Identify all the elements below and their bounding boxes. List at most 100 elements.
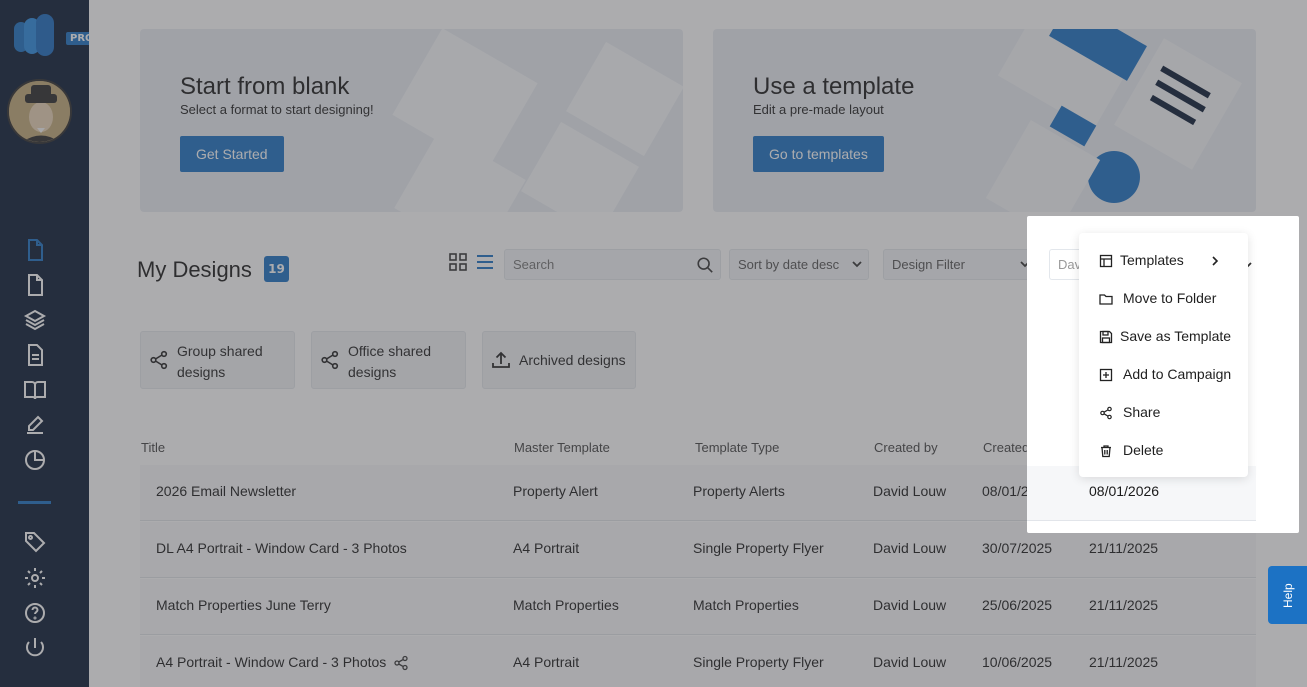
settings-icon[interactable] bbox=[22, 565, 48, 591]
sort-select-value: Sort by date desc bbox=[738, 257, 840, 272]
trash-icon bbox=[1101, 445, 1111, 458]
date-filter-input[interactable]: Dav bbox=[1049, 249, 1082, 280]
book-icon[interactable] bbox=[22, 377, 48, 403]
row-type: Single Property Flyer bbox=[693, 654, 824, 670]
row-created-on: 10/06/2025 bbox=[982, 654, 1053, 670]
help-tab-button[interactable]: Help bbox=[1268, 566, 1307, 624]
share-icon bbox=[1100, 406, 1112, 420]
layers-icon[interactable] bbox=[22, 307, 48, 333]
table-row[interactable]: Match Properties June Terry Match Proper… bbox=[140, 579, 1256, 635]
chip-label: Archived designs bbox=[519, 352, 626, 368]
save-icon bbox=[1099, 330, 1113, 344]
search-icon[interactable] bbox=[696, 256, 714, 274]
report-icon[interactable] bbox=[22, 342, 48, 368]
group-shared-designs-button[interactable]: Group shared designs bbox=[140, 331, 295, 389]
row-type: Match Properties bbox=[693, 597, 799, 613]
row-title: DL A4 Portrait - Window Card - 3 Photos bbox=[156, 540, 407, 556]
pie-chart-icon[interactable] bbox=[22, 447, 48, 473]
sort-select[interactable]: Sort by date desc bbox=[729, 249, 869, 280]
plus-square-icon bbox=[1099, 368, 1113, 382]
sidebar-divider bbox=[18, 501, 51, 504]
hero-template-subtitle: Edit a pre-made layout bbox=[753, 102, 884, 117]
document-icon[interactable] bbox=[22, 272, 48, 298]
row-created-by: David Louw bbox=[873, 540, 947, 556]
menu-item-delete[interactable]: Delete bbox=[1079, 436, 1248, 466]
menu-item-label: Share bbox=[1123, 404, 1161, 420]
page-title: My Designs bbox=[137, 257, 252, 282]
column-header-master-template[interactable]: Master Template bbox=[514, 440, 610, 455]
designs-icon[interactable] bbox=[22, 237, 48, 263]
row-created-by: David Louw bbox=[873, 483, 947, 499]
menu-item-add-to-campaign[interactable]: Add to Campaign bbox=[1079, 360, 1248, 390]
chevron-down-icon bbox=[852, 261, 862, 268]
get-started-button[interactable]: Get Started bbox=[180, 136, 284, 172]
help-icon[interactable] bbox=[22, 600, 48, 626]
sidebar: PRO bbox=[0, 0, 98, 687]
upload-icon bbox=[492, 351, 510, 368]
column-header-template-type[interactable]: Template Type bbox=[695, 440, 779, 455]
go-to-templates-button[interactable]: Go to templates bbox=[753, 136, 884, 172]
power-icon[interactable] bbox=[22, 635, 48, 661]
row-master: A4 Portrait bbox=[513, 540, 580, 556]
avatar[interactable] bbox=[7, 79, 72, 144]
edit-icon[interactable] bbox=[22, 412, 48, 438]
start-from-blank-card: Start from blank Select a format to star… bbox=[140, 29, 683, 212]
row-master: Match Properties bbox=[513, 597, 619, 613]
folder-icon bbox=[1099, 294, 1113, 305]
shared-icon bbox=[394, 655, 408, 671]
row-type: Single Property Flyer bbox=[693, 540, 824, 556]
chip-label: Office shared designs bbox=[348, 343, 432, 380]
row-type: Property Alerts bbox=[693, 483, 785, 499]
use-template-card: Use a template Edit a pre-made layout Go… bbox=[713, 29, 1256, 212]
menu-item-templates[interactable]: Templates bbox=[1079, 246, 1248, 276]
design-filter-select[interactable]: Design Filter bbox=[883, 249, 1037, 280]
row-modified: 21/11/2025 bbox=[1089, 540, 1159, 556]
context-menu: Templates Move to Folder Save as Templat… bbox=[1079, 233, 1248, 477]
row-title: 2026 Email Newsletter bbox=[156, 483, 297, 499]
search-input[interactable] bbox=[505, 250, 685, 279]
row-modified: 21/11/2025 bbox=[1089, 597, 1159, 613]
help-tab-label: Help bbox=[1281, 583, 1295, 608]
row-modified: 21/11/2025 bbox=[1089, 654, 1159, 670]
grid-view-icon[interactable] bbox=[448, 252, 470, 274]
hero-blank-title: Start from blank bbox=[180, 73, 350, 100]
table-row[interactable]: A4 Portrait - Window Card - 3 Photos A4 … bbox=[140, 636, 1256, 687]
menu-item-move-to-folder[interactable]: Move to Folder bbox=[1079, 284, 1248, 314]
hero-blank-subtitle: Select a format to start designing! bbox=[180, 102, 374, 117]
avatar-image bbox=[9, 81, 70, 142]
menu-item-label: Move to Folder bbox=[1123, 290, 1217, 306]
row-created-on: 25/06/2025 bbox=[982, 597, 1053, 613]
decor-square bbox=[394, 130, 526, 212]
row-created-on: 30/07/2025 bbox=[982, 540, 1053, 556]
office-shared-designs-button[interactable]: Office shared designs bbox=[311, 331, 466, 389]
row-title: A4 Portrait - Window Card - 3 Photos bbox=[156, 654, 387, 670]
designs-count-badge: 19 bbox=[264, 256, 289, 282]
menu-item-label: Templates bbox=[1120, 252, 1184, 268]
row-created-by: David Louw bbox=[873, 597, 947, 613]
row-master: A4 Portrait bbox=[513, 654, 580, 670]
menu-item-label: Delete bbox=[1123, 442, 1164, 458]
tag-icon[interactable] bbox=[22, 529, 48, 555]
column-header-title[interactable]: Title bbox=[141, 440, 165, 455]
search-field bbox=[504, 249, 721, 280]
column-header-created-by[interactable]: Created by bbox=[874, 440, 938, 455]
chevron-right-icon bbox=[1212, 256, 1219, 266]
menu-item-share[interactable]: Share bbox=[1079, 398, 1248, 428]
menu-item-label: Add to Campaign bbox=[1123, 366, 1232, 382]
template-icon bbox=[1099, 254, 1113, 268]
row-title: Match Properties June Terry bbox=[156, 597, 331, 613]
date-filter-placeholder: Dav bbox=[1058, 257, 1082, 272]
row-created-by: David Louw bbox=[873, 654, 947, 670]
chip-label: Group shared designs bbox=[177, 343, 263, 380]
row-master: Property Alert bbox=[513, 483, 598, 499]
logo-mark-icon bbox=[14, 14, 54, 56]
hero-template-title: Use a template bbox=[753, 73, 915, 100]
share-icon bbox=[150, 350, 168, 370]
app-logo[interactable]: PRO bbox=[14, 14, 98, 58]
list-view-icon[interactable] bbox=[475, 252, 497, 274]
share-icon bbox=[321, 350, 339, 370]
menu-item-save-as-template[interactable]: Save as Template bbox=[1079, 322, 1248, 352]
design-filter-value: Design Filter bbox=[892, 257, 965, 272]
archived-designs-button[interactable]: Archived designs bbox=[482, 331, 636, 389]
row-modified: 08/01/2026 bbox=[1089, 483, 1160, 499]
